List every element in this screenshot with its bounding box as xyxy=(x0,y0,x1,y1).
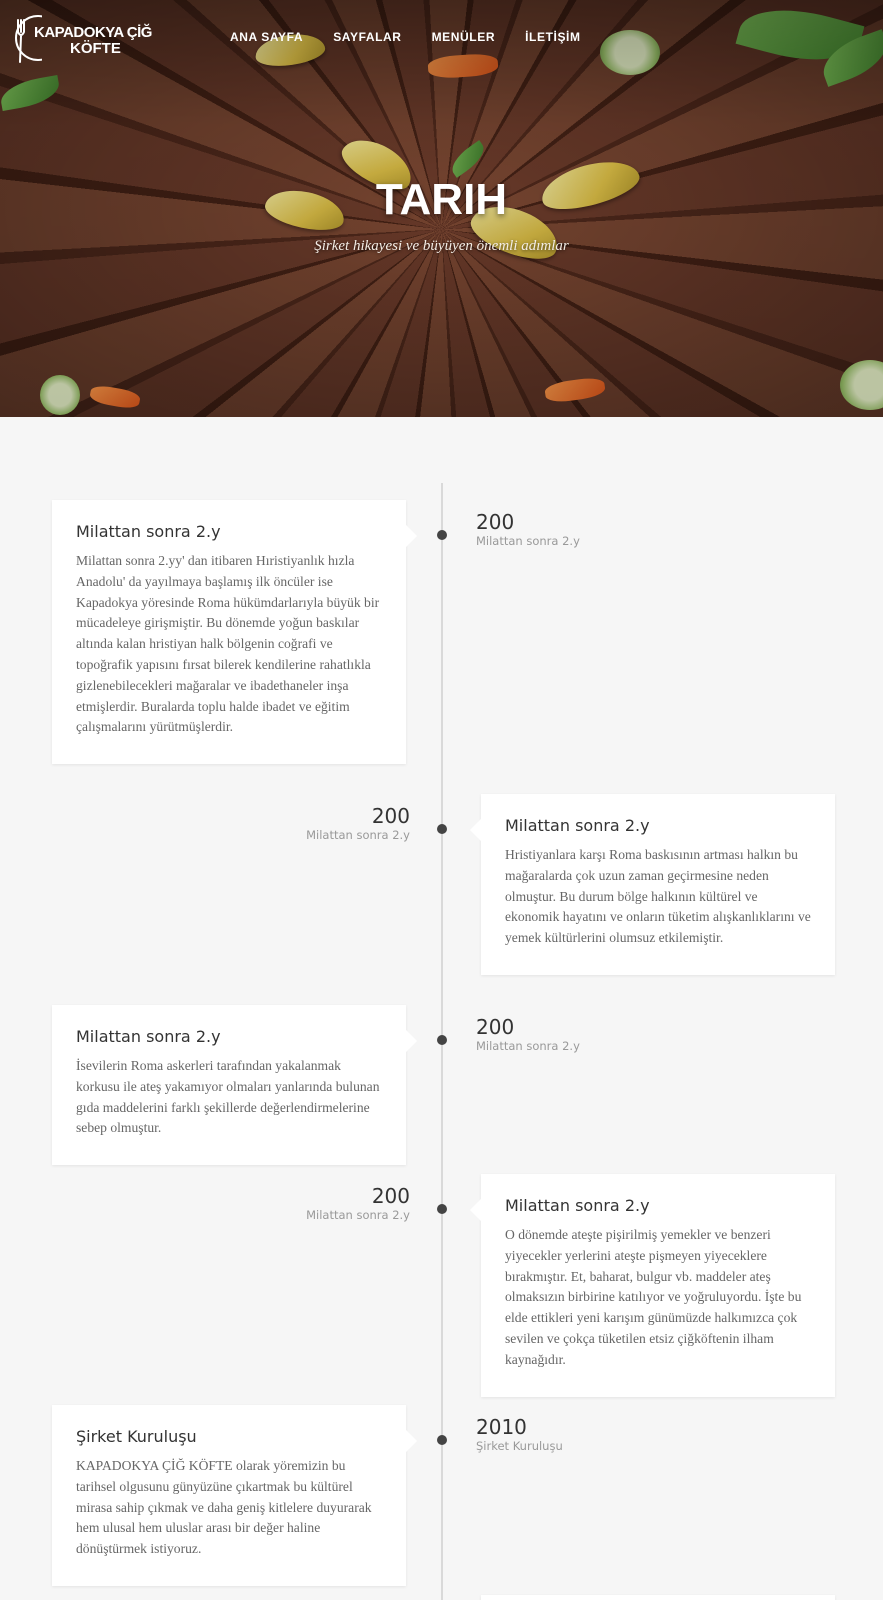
timeline-card-title: Şirket Kuruluşu xyxy=(76,1427,197,1446)
timeline-dot xyxy=(437,824,447,834)
timeline-year-label: Milattan sonra 2.y xyxy=(476,1039,580,1053)
timeline-card-text: Hristiyanlara karşı Roma baskısının artm… xyxy=(505,847,811,946)
timeline-dot xyxy=(437,1435,447,1445)
timeline-dot xyxy=(437,530,447,540)
nav-item-contact[interactable]: İLETİŞİM xyxy=(525,30,580,44)
timeline-card-title: Milattan sonra 2.y xyxy=(76,1027,221,1046)
nav-item-menus[interactable]: MENÜLER xyxy=(432,30,496,44)
timeline-card-title: Milattan sonra 2.y xyxy=(76,522,221,541)
timeline-year: 2010 xyxy=(476,1415,527,1439)
timeline-card-text: O dönemde ateşte pişirilmiş yemekler ve … xyxy=(505,1227,802,1367)
brand-name-line1: KAPADOKYA ÇİĞ xyxy=(34,24,152,41)
timeline-date: 200 Milattan sonra 2.y xyxy=(476,511,580,549)
timeline-year: 200 xyxy=(476,1015,515,1039)
timeline-year-label: Şirket Kuruluşu xyxy=(476,1439,563,1453)
timeline-card-text: İsevilerin Roma askerleri tarafından yak… xyxy=(76,1058,380,1136)
nav-item-home[interactable]: ANA SAYFA xyxy=(230,30,303,44)
timeline-card-text: Milattan sonra 2.yy' dan itibaren Hırist… xyxy=(76,553,380,735)
timeline-card-next xyxy=(481,1595,835,1600)
timeline-card-title: Milattan sonra 2.y xyxy=(505,816,650,835)
timeline-card-title: Milattan sonra 2.y xyxy=(505,1196,650,1215)
timeline-card: Milattan sonra 2.y Hristiyanlara karşı R… xyxy=(470,794,835,975)
timeline-year: 200 xyxy=(371,1184,410,1208)
timeline-year-label: Milattan sonra 2.y xyxy=(306,828,410,842)
timeline-year-label: Milattan sonra 2.y xyxy=(306,1208,410,1222)
timeline-card: Milattan sonra 2.y İsevilerin Roma asker… xyxy=(52,1005,417,1166)
brand-name-line2: KÖFTE xyxy=(70,40,121,57)
page-subtitle: Şirket hikayesi ve büyüyen önemli adımla… xyxy=(314,238,569,254)
timeline-card: Şirket Kuruluşu KAPADOKYA ÇİĞ KÖFTE olar… xyxy=(52,1405,417,1586)
timeline-date: 200 Milattan sonra 2.y xyxy=(306,805,410,843)
timeline-dot xyxy=(437,1204,447,1214)
timeline-card-text: KAPADOKYA ÇİĞ KÖFTE olarak yöremizin bu … xyxy=(76,1458,372,1557)
timeline-year: 200 xyxy=(371,804,410,828)
timeline-card: Milattan sonra 2.y O dönemde ateşte pişi… xyxy=(470,1174,835,1397)
main-nav: ANA SAYFA SAYFALAR MENÜLER İLETİŞİM xyxy=(230,30,581,44)
timeline-card: Milattan sonra 2.y Milattan sonra 2.yy' … xyxy=(52,500,417,765)
timeline-date: 200 Milattan sonra 2.y xyxy=(476,1016,580,1054)
timeline-year: 200 xyxy=(476,510,515,534)
page-title: TARIH xyxy=(375,175,508,224)
history-timeline: Milattan sonra 2.y Milattan sonra 2.yy' … xyxy=(0,417,883,1600)
timeline-dot xyxy=(437,1035,447,1045)
timeline-date: 2010 Şirket Kuruluşu xyxy=(476,1416,563,1454)
brand-logo[interactable]: KAPADOKYA ÇİĞ KÖFTE xyxy=(12,10,164,66)
hero-banner: KAPADOKYA ÇİĞ KÖFTE ANA SAYFA SAYFALAR M… xyxy=(0,0,883,417)
nav-item-pages[interactable]: SAYFALAR xyxy=(333,30,401,44)
timeline-year-label: Milattan sonra 2.y xyxy=(476,534,580,548)
timeline-date: 200 Milattan sonra 2.y xyxy=(306,1185,410,1223)
